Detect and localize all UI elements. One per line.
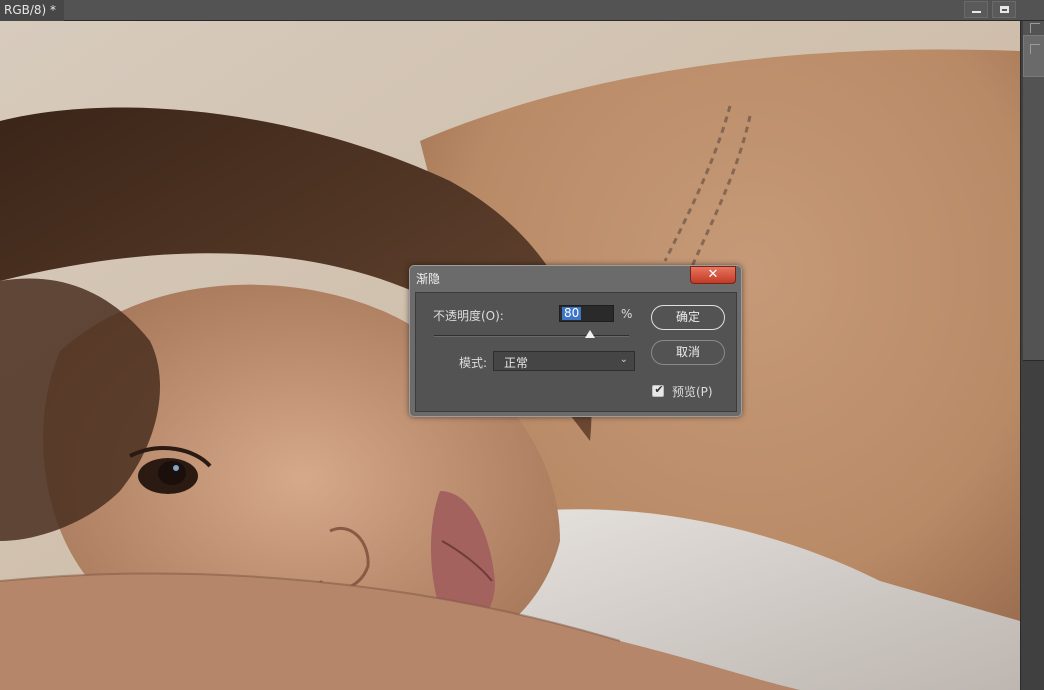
minimize-button[interactable] — [964, 1, 988, 18]
close-button[interactable]: ✕ — [690, 266, 736, 284]
opacity-value: 80 — [562, 306, 582, 320]
opacity-label: 不透明度(O): — [433, 309, 504, 323]
document-tab-bar: RGB/8) * — [0, 0, 1044, 21]
opacity-slider-track[interactable] — [434, 335, 629, 337]
minimize-icon — [972, 11, 981, 13]
preview-label: 预览(P) — [672, 385, 713, 399]
ok-button[interactable]: 确定 — [651, 305, 725, 330]
dialog-body: 不透明度(O): 80 % 模式: 正常 ⌄ 确定 取消 ✔ 预览(P) — [415, 292, 737, 412]
maximize-button[interactable] — [992, 1, 1016, 18]
mode-value: 正常 — [504, 356, 529, 370]
right-panel-dock — [1020, 21, 1044, 690]
mode-select[interactable]: 正常 ⌄ — [493, 351, 635, 371]
panel-scrollbar-thumb[interactable] — [1023, 35, 1044, 77]
cancel-button[interactable]: 取消 — [651, 340, 725, 365]
panel-corner-icon[interactable] — [1030, 23, 1040, 33]
opacity-input[interactable]: 80 — [559, 305, 614, 322]
opacity-unit: % — [621, 307, 633, 321]
document-tab[interactable]: RGB/8) * — [0, 0, 65, 21]
mode-label: 模式: — [459, 356, 488, 370]
panel-collapsed-strip — [1023, 21, 1044, 361]
preview-checkbox[interactable]: ✔ — [652, 383, 664, 397]
dialog-title: 渐隐 — [416, 272, 441, 286]
fade-dialog: 渐隐 ✕ 不透明度(O): 80 % 模式: 正常 ⌄ 确定 取消 ✔ 预览(P… — [409, 265, 742, 417]
chevron-down-icon: ⌄ — [619, 354, 628, 365]
panel-expand-icon[interactable] — [1030, 44, 1040, 54]
checkmark-icon: ✔ — [654, 383, 664, 396]
close-icon: ✕ — [707, 267, 719, 282]
maximize-icon — [1000, 6, 1009, 13]
opacity-slider-thumb[interactable] — [585, 330, 595, 338]
